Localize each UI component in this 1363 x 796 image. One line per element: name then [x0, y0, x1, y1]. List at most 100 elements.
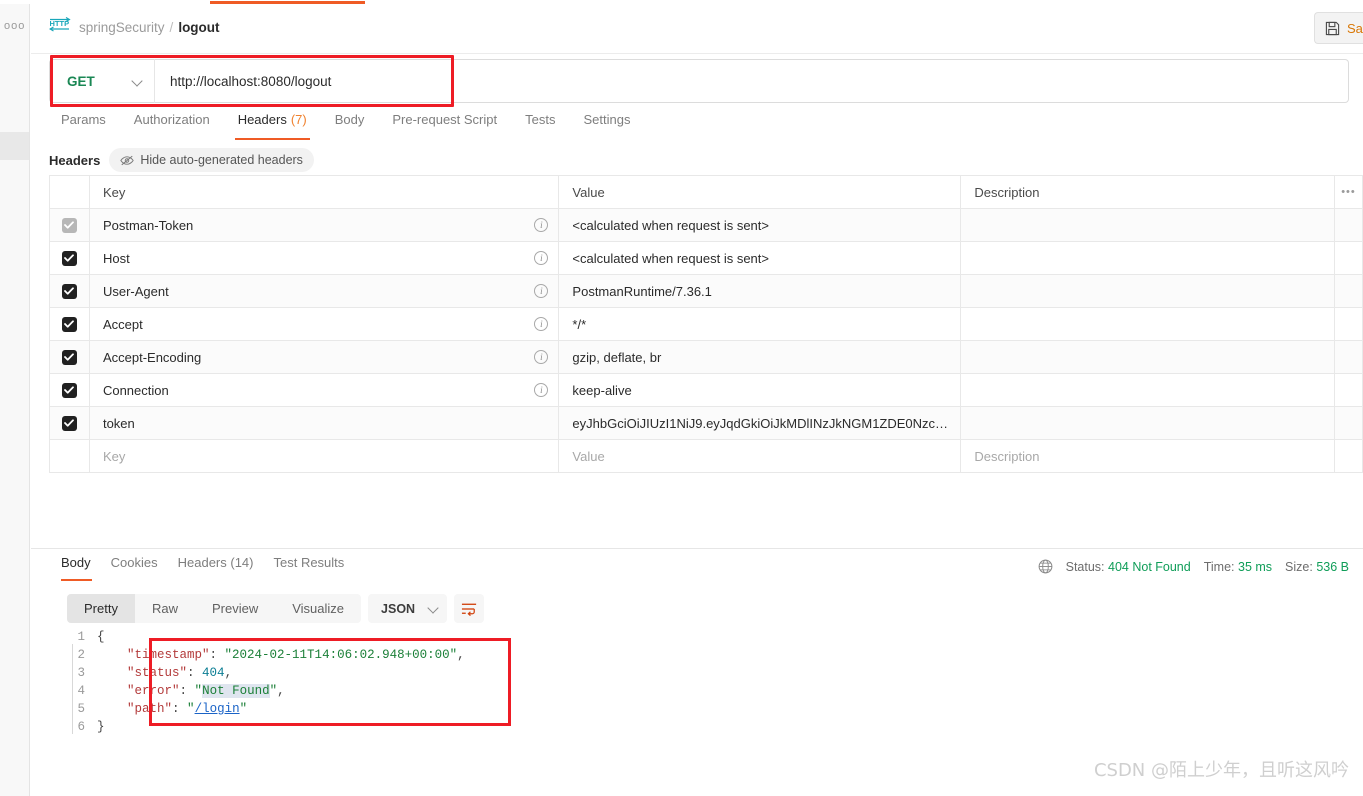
checkbox-wrapper[interactable]: [50, 382, 89, 398]
info-icon[interactable]: i: [534, 383, 549, 397]
header-enabled-checkbox[interactable]: [61, 316, 77, 332]
checkbox-wrapper[interactable]: [50, 250, 89, 266]
request-tab-authorization[interactable]: Authorization: [120, 112, 224, 140]
row-checkbox-cell[interactable]: [49, 208, 90, 242]
breadcrumb-request[interactable]: logout: [178, 20, 219, 35]
line-number: 2: [77, 648, 85, 662]
row-key-cell[interactable]: Connection i: [89, 373, 560, 407]
row-key-cell[interactable]: Host i: [89, 241, 560, 275]
code-token: "status": [127, 666, 188, 680]
info-icon[interactable]: i: [534, 218, 549, 232]
response-status-strip: Status: 404 Not Found Time: 35 ms Size: …: [1038, 559, 1349, 574]
row-description-cell[interactable]: Description: [960, 439, 1335, 473]
info-icon[interactable]: i: [534, 350, 549, 364]
column-header-more[interactable]: •••: [1334, 175, 1363, 209]
row-checkbox-cell[interactable]: [49, 373, 90, 407]
row-key-cell[interactable]: Accept i: [89, 307, 560, 341]
row-description-cell[interactable]: [960, 406, 1335, 440]
header-value-text: gzip, deflate, br: [572, 349, 662, 365]
save-button[interactable]: Sav: [1314, 12, 1363, 44]
row-value-cell[interactable]: Value: [558, 439, 962, 473]
new-header-key-placeholder[interactable]: Key: [90, 449, 558, 464]
row-value-cell[interactable]: PostmanRuntime/7.36.1: [558, 274, 962, 308]
row-key-cell[interactable]: Key: [89, 439, 560, 473]
info-icon[interactable]: i: [534, 317, 549, 331]
row-value-cell[interactable]: gzip, deflate, br: [558, 340, 962, 374]
row-value-cell[interactable]: <calculated when request is sent>: [558, 208, 962, 242]
row-key-cell[interactable]: User-Agent i: [89, 274, 560, 308]
format-button-raw[interactable]: Raw: [135, 594, 195, 623]
row-key-cell[interactable]: Accept-Encoding i: [89, 340, 560, 374]
response-tab-cookies[interactable]: Cookies: [101, 555, 168, 581]
response-tab-body[interactable]: Body: [53, 555, 101, 581]
request-tab-params[interactable]: Params: [49, 112, 120, 140]
http-method-select[interactable]: GET: [49, 59, 154, 103]
request-tab-headers[interactable]: Headers (7): [224, 112, 321, 140]
table-row[interactable]: Accept-Encoding i gzip, deflate, br: [49, 340, 1363, 374]
breadcrumb-collection[interactable]: springSecurity: [79, 20, 165, 35]
row-description-cell[interactable]: [960, 274, 1335, 308]
header-enabled-checkbox[interactable]: [61, 250, 77, 266]
ellipsis-icon[interactable]: •••: [1335, 186, 1362, 198]
request-tab-tests[interactable]: Tests: [511, 112, 569, 140]
info-icon[interactable]: i: [534, 251, 549, 265]
response-body-code[interactable]: 1{2 "timestamp": "2024-02-11T14:06:02.94…: [67, 628, 1357, 748]
row-description-cell[interactable]: [960, 373, 1335, 407]
row-checkbox-cell[interactable]: [49, 241, 90, 275]
row-description-cell[interactable]: [960, 241, 1335, 275]
left-sidebar-rail[interactable]: ooo: [0, 4, 30, 796]
row-checkbox-cell[interactable]: [49, 406, 90, 440]
request-tab-body[interactable]: Body: [321, 112, 379, 140]
response-tab-test-results[interactable]: Test Results: [263, 555, 354, 581]
hide-auto-generated-headers-button[interactable]: Hide auto-generated headers: [109, 148, 314, 172]
url-input[interactable]: [170, 73, 1348, 89]
row-key-cell[interactable]: Postman-Token i: [89, 208, 560, 242]
request-tab-settings[interactable]: Settings: [569, 112, 644, 140]
header-enabled-checkbox[interactable]: [61, 349, 77, 365]
checkbox-wrapper[interactable]: [50, 283, 89, 299]
table-row[interactable]: token eyJhbGciOiJIUzI1NiJ9.eyJqdGkiOiJkMD…: [49, 406, 1363, 440]
table-row[interactable]: Host i <calculated when request is sent>: [49, 241, 1363, 275]
row-checkbox-cell[interactable]: [49, 340, 90, 374]
request-tab-pre-request-script[interactable]: Pre-request Script: [378, 112, 511, 140]
word-wrap-button[interactable]: [454, 594, 485, 623]
table-row[interactable]: Connection i keep-alive: [49, 373, 1363, 407]
table-row[interactable]: User-Agent i PostmanRuntime/7.36.1: [49, 274, 1363, 308]
format-button-visualize[interactable]: Visualize: [275, 594, 361, 623]
info-icon[interactable]: i: [534, 284, 549, 298]
row-value-cell[interactable]: keep-alive: [558, 373, 962, 407]
response-language-select[interactable]: JSON: [368, 594, 448, 623]
row-key-cell[interactable]: token: [89, 406, 560, 440]
checkbox-wrapper[interactable]: [50, 316, 89, 332]
row-value-cell[interactable]: */*: [558, 307, 962, 341]
row-value-cell[interactable]: eyJhbGciOiJIUzI1NiJ9.eyJqdGkiOiJkMDlINzJ…: [558, 406, 962, 440]
header-enabled-checkbox[interactable]: [61, 217, 77, 233]
format-button-preview[interactable]: Preview: [195, 594, 275, 623]
url-input-wrapper[interactable]: [154, 59, 1349, 103]
row-more-cell: [1334, 406, 1363, 440]
row-value-cell[interactable]: <calculated when request is sent>: [558, 241, 962, 275]
new-header-description-placeholder[interactable]: Description: [961, 449, 1334, 464]
row-checkbox-cell[interactable]: [49, 274, 90, 308]
code-token[interactable]: /login: [195, 702, 240, 716]
header-enabled-checkbox[interactable]: [61, 415, 77, 431]
response-tab-headers-14-[interactable]: Headers (14): [168, 555, 264, 581]
table-row[interactable]: Accept i */*: [49, 307, 1363, 341]
header-enabled-checkbox[interactable]: [61, 382, 77, 398]
table-row[interactable]: Postman-Token i <calculated when request i…: [49, 208, 1363, 242]
code-token: {: [97, 630, 105, 644]
checkbox-wrapper[interactable]: [50, 415, 89, 431]
new-header-value-placeholder[interactable]: Value: [559, 449, 960, 464]
checkbox-wrapper[interactable]: [50, 217, 89, 233]
table-row-empty[interactable]: Key Value Description: [49, 439, 1363, 473]
row-description-cell[interactable]: [960, 208, 1335, 242]
checkbox-wrapper[interactable]: [50, 349, 89, 365]
format-button-pretty[interactable]: Pretty: [67, 594, 135, 623]
code-token: ,: [457, 648, 465, 662]
row-description-cell[interactable]: [960, 307, 1335, 341]
header-enabled-checkbox[interactable]: [61, 283, 77, 299]
row-checkbox-cell[interactable]: [49, 307, 90, 341]
sidebar-more-icon[interactable]: ooo: [4, 20, 25, 32]
row-description-cell[interactable]: [960, 340, 1335, 374]
